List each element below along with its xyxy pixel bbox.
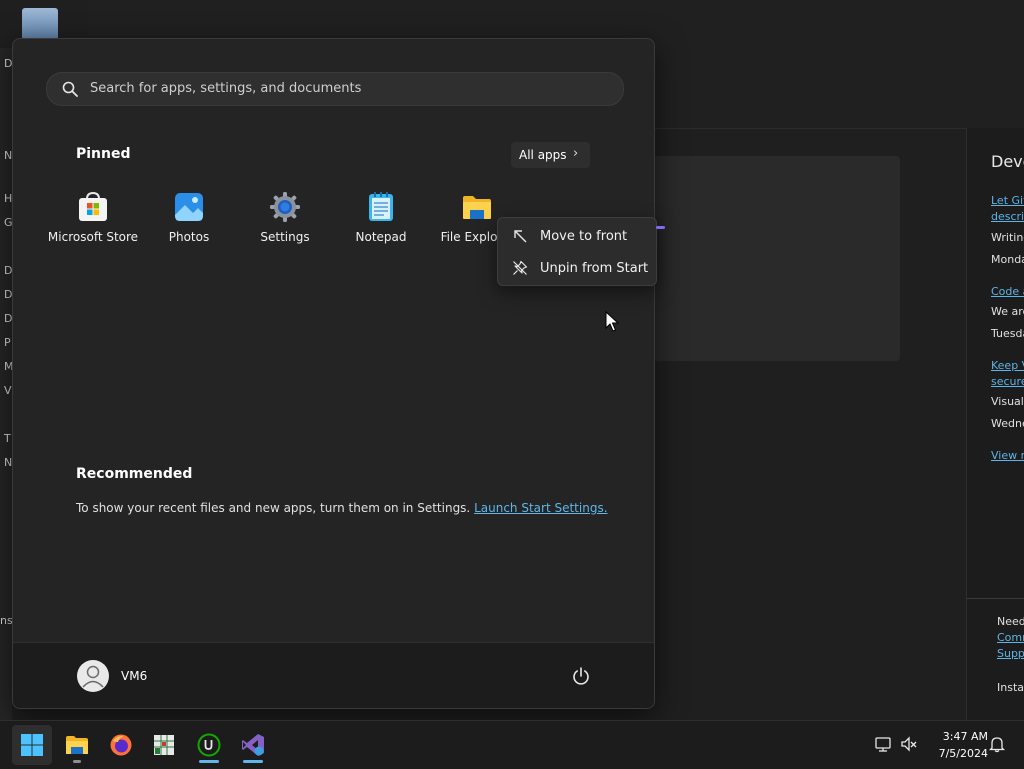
start-button[interactable] xyxy=(12,725,52,765)
taskbar-firefox[interactable] xyxy=(101,725,141,765)
news-text: Writing xyxy=(991,231,1024,244)
move-to-front-arrow-icon xyxy=(514,230,527,243)
news-text: We are xyxy=(991,305,1024,318)
news-link[interactable]: secure xyxy=(991,375,1024,388)
menu-item-label: Unpin from Start xyxy=(540,261,649,276)
taskbar: 3:47 AM 7/5/2024 xyxy=(0,720,1024,769)
news-text: Visual xyxy=(991,395,1024,408)
chevron-right-icon: › xyxy=(573,146,579,161)
upwork-icon xyxy=(197,733,221,757)
notepad-icon xyxy=(369,192,393,221)
recommended-title: Recommended xyxy=(76,466,193,482)
network-icon[interactable] xyxy=(874,735,892,753)
search-icon xyxy=(62,81,78,97)
running-indicator xyxy=(199,760,219,763)
taskbar-visual-studio[interactable] xyxy=(233,725,273,765)
pinned-app-settings[interactable]: Settings xyxy=(237,189,333,253)
clock-date: 7/5/2024 xyxy=(938,747,988,760)
notification-bell-icon[interactable] xyxy=(988,735,1006,753)
bg-nav-label: P xyxy=(4,336,11,349)
taskbar-upwork[interactable] xyxy=(189,725,229,765)
file-explorer-icon xyxy=(66,736,88,754)
mouse-cursor-icon xyxy=(605,311,619,332)
start-windows-icon xyxy=(21,734,43,756)
news-link[interactable]: Keep V xyxy=(991,359,1024,372)
start-menu-footer: VM6 xyxy=(13,642,654,708)
firefox-icon xyxy=(110,734,132,756)
divider xyxy=(967,598,1024,599)
user-name[interactable]: VM6 xyxy=(121,669,147,683)
microsoft-store-icon xyxy=(79,191,107,221)
taskbar-file-explorer[interactable] xyxy=(57,725,97,765)
news-date: Tuesda xyxy=(991,327,1024,340)
unpin-icon xyxy=(513,260,528,275)
search-box[interactable]: Search for apps, settings, and documents xyxy=(46,72,624,106)
pinned-title: Pinned xyxy=(76,146,131,162)
pinned-app-label: Microsoft Store xyxy=(47,230,139,244)
bg-nav-label: ns xyxy=(0,614,13,627)
pinned-app-label: Photos xyxy=(168,230,210,244)
background-content-card xyxy=(654,156,900,361)
pinned-app-label: Settings xyxy=(260,230,310,244)
recommended-text: To show your recent files and new apps, … xyxy=(76,501,471,515)
news-panel-title: Deve xyxy=(991,152,1024,171)
running-indicator xyxy=(73,760,81,763)
power-icon[interactable] xyxy=(571,666,591,686)
recommended-message: To show your recent files and new apps, … xyxy=(76,501,608,515)
view-more-news-link[interactable]: View n xyxy=(991,449,1024,462)
taskbar-spreadsheet-app[interactable] xyxy=(144,725,184,765)
developer-news-panel: Deve Let Git descrip Writing Monda Code … xyxy=(966,128,1024,720)
pinned-context-menu: Move to front Unpin from Start xyxy=(497,217,657,286)
menu-item-unpin-from-start[interactable]: Unpin from Start xyxy=(502,253,652,283)
bg-nav-label: N xyxy=(4,149,13,162)
bg-nav-label: V xyxy=(4,384,12,397)
menu-item-label: Move to front xyxy=(540,229,628,244)
photos-icon xyxy=(175,193,203,221)
search-placeholder: Search for apps, settings, and documents xyxy=(90,81,362,96)
help-link[interactable]: Supp xyxy=(997,647,1024,660)
news-link[interactable]: Let Git xyxy=(991,194,1024,207)
user-avatar[interactable] xyxy=(77,660,109,692)
settings-gear-icon xyxy=(270,192,300,222)
system-clock[interactable]: 3:47 AM 7/5/2024 xyxy=(924,728,988,762)
pinned-app-label: Notepad xyxy=(355,230,407,244)
launch-start-settings-link[interactable]: Launch Start Settings. xyxy=(474,501,607,515)
accent-indicator xyxy=(656,226,665,229)
all-apps-label: All apps xyxy=(519,148,567,162)
help-text: Need xyxy=(997,615,1024,628)
pinned-app-photos[interactable]: Photos xyxy=(141,189,237,253)
news-date: Monda xyxy=(991,253,1024,266)
help-link[interactable]: Comm xyxy=(997,631,1024,644)
spreadsheet-app-icon xyxy=(154,735,174,755)
menu-item-move-to-front[interactable]: Move to front xyxy=(502,221,652,251)
user-silhouette-icon xyxy=(82,665,104,688)
clock-time: 3:47 AM xyxy=(942,730,988,743)
volume-muted-icon[interactable] xyxy=(900,735,918,753)
bg-nav-label: T xyxy=(4,432,11,445)
file-explorer-icon xyxy=(463,196,491,219)
visual-studio-icon xyxy=(242,734,264,756)
pinned-app-notepad[interactable]: Notepad xyxy=(333,189,429,253)
bg-nav-label: N xyxy=(4,456,13,469)
start-menu: Search for apps, settings, and documents… xyxy=(12,38,655,709)
recycle-bin-icon[interactable] xyxy=(22,8,58,40)
pinned-app-microsoft-store[interactable]: Microsoft Store xyxy=(45,189,141,253)
install-text: Instal xyxy=(997,681,1024,694)
running-indicator xyxy=(243,760,263,763)
news-link[interactable]: Code a xyxy=(991,285,1024,298)
all-apps-button[interactable]: All apps › xyxy=(511,142,590,168)
news-link[interactable]: descrip xyxy=(991,210,1024,223)
news-date: Wedne xyxy=(991,417,1024,430)
